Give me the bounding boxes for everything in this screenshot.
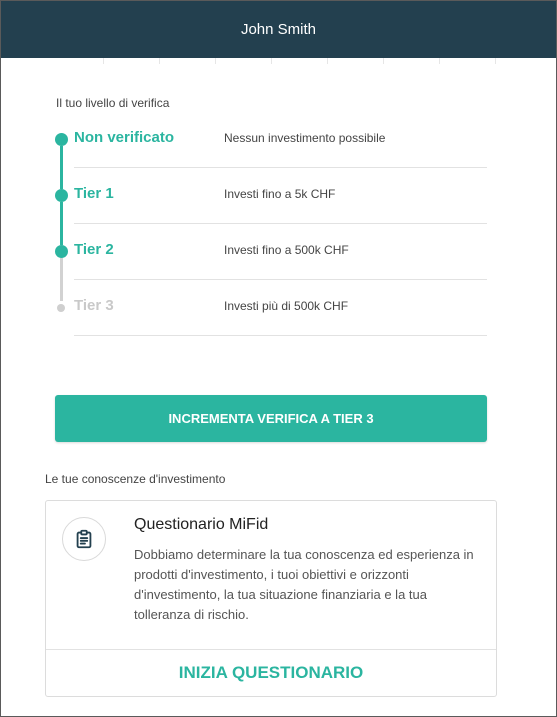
tier-name: Non verificato (74, 129, 175, 146)
card-title: Questionario MiFid (134, 516, 269, 533)
app-frame: John Smith Il tuo livello di verifica No… (0, 0, 557, 717)
tier-status-dot (55, 189, 68, 202)
clipboard-icon (62, 517, 106, 561)
tier-divider (74, 167, 487, 168)
tier-status-dot (55, 133, 68, 146)
app-header: John Smith (1, 1, 556, 58)
card-description: Dobbiamo determinare la tua conoscenza e… (134, 547, 474, 622)
tier-name: Tier 2 (74, 241, 114, 258)
start-questionnaire-button[interactable]: INIZIA QUESTIONARIO (46, 650, 496, 696)
tier-row-2: Tier 2 Investi fino a 500k CHF (53, 230, 493, 301)
verification-level-label: Il tuo livello di verifica (56, 96, 170, 110)
upgrade-verification-button[interactable]: INCREMENTA VERIFICA A TIER 3 (55, 395, 487, 442)
mifid-questionnaire-card: Questionario MiFid Dobbiamo determinare … (45, 500, 497, 697)
tier-description: Investi fino a 500k CHF (224, 243, 349, 257)
tier-row-unverified: Non verificato Nessun investimento possi… (53, 118, 493, 189)
tier-divider (74, 335, 487, 336)
tier-name: Tier 3 (74, 297, 114, 314)
tier-row-3: Tier 3 Investi più di 500k CHF (53, 286, 493, 342)
user-name[interactable]: John Smith (241, 21, 316, 38)
tier-divider (74, 223, 487, 224)
tier-row-1: Tier 1 Investi fino a 5k CHF (53, 174, 493, 245)
tier-status-dot (55, 245, 68, 258)
investment-knowledge-label: Le tue conoscenze d'investimento (45, 472, 226, 486)
tier-status-dot (57, 304, 65, 312)
tier-divider (74, 279, 487, 280)
tier-description: Investi più di 500k CHF (224, 299, 349, 313)
tier-description: Investi fino a 5k CHF (224, 187, 336, 201)
tier-description: Nessun investimento possibile (224, 131, 386, 145)
header-tab-markers (1, 58, 556, 64)
tier-name: Tier 1 (74, 185, 114, 202)
